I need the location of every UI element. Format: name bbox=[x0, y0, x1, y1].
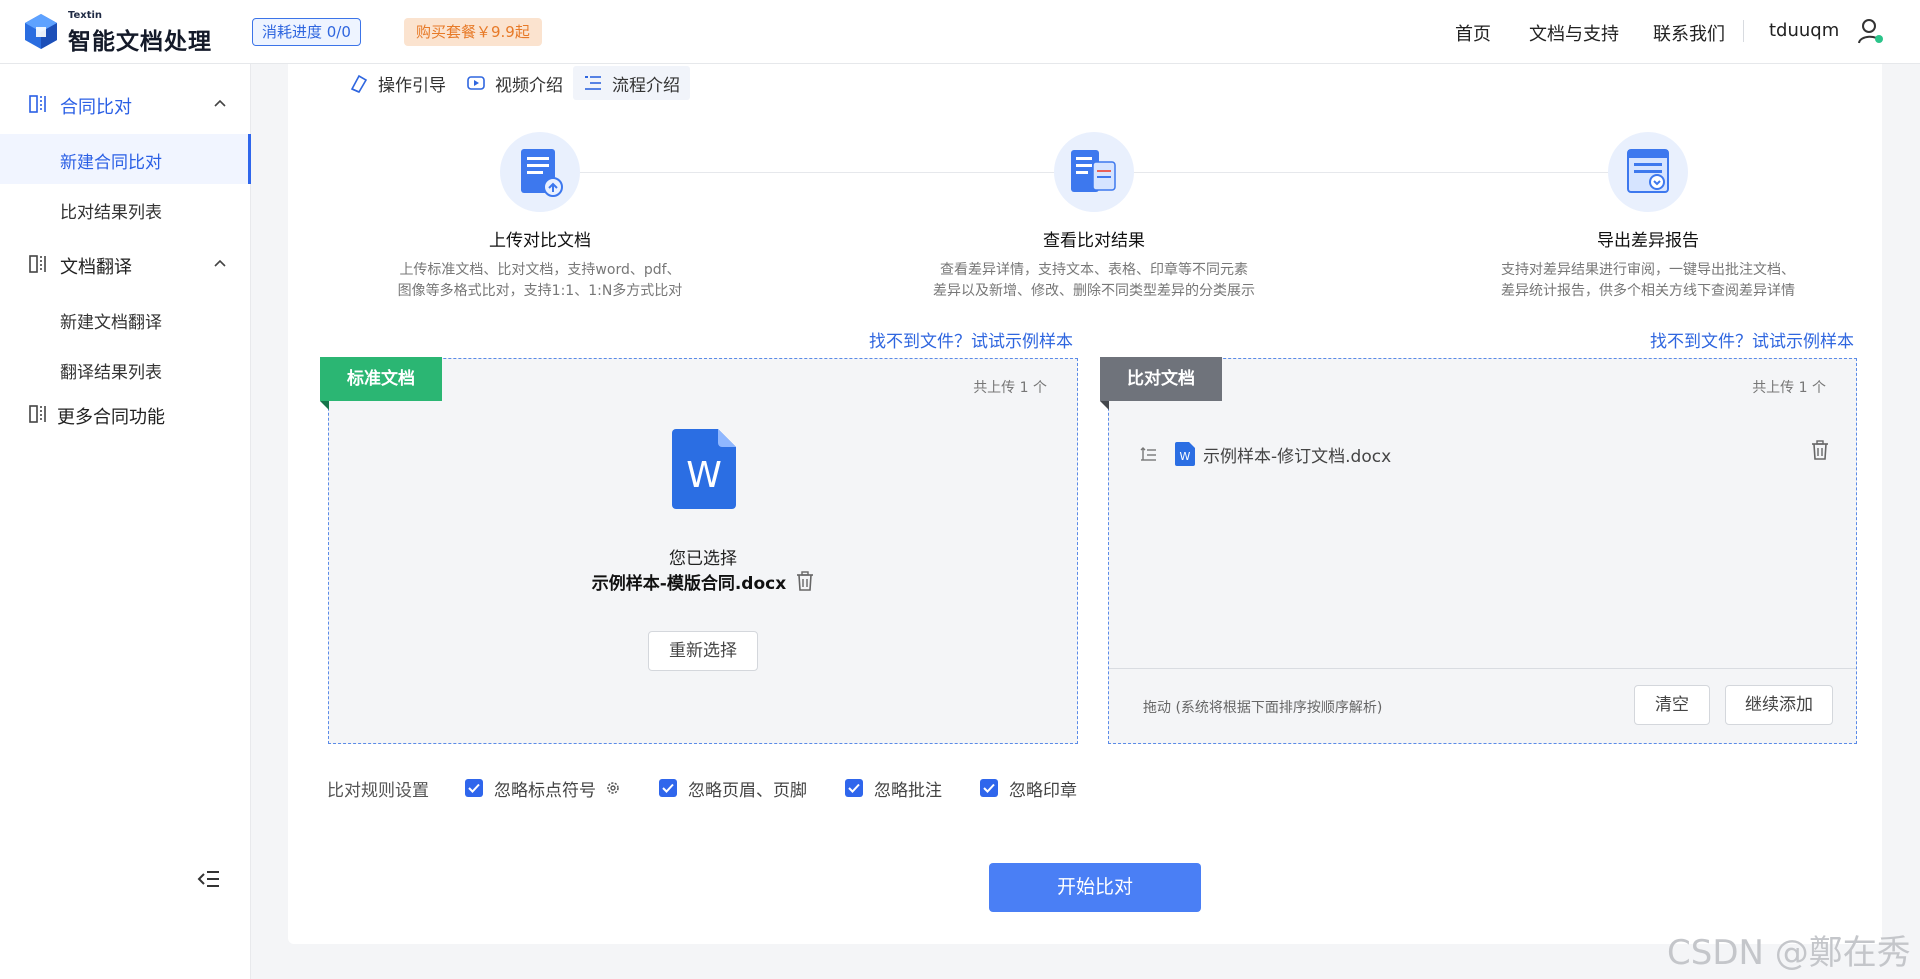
sample-link-standard[interactable]: 找不到文件？试试示例样本 bbox=[869, 327, 1073, 352]
svg-text:W: W bbox=[1180, 450, 1191, 463]
upload-document-icon bbox=[521, 149, 563, 197]
step-export-report: 导出差异报告 支持对差异结果进行审阅，一键导出批注文档、 差异统计报告，供多个相… bbox=[1438, 132, 1858, 302]
sidebar-item-new-contract-compare[interactable]: 新建合同比对 bbox=[0, 134, 251, 184]
step-upload: 上传对比文档 上传标准文档、比对文档，支持word、pdf、 图像等多格式比对，… bbox=[330, 132, 750, 302]
start-compare-button[interactable]: 开始比对 bbox=[989, 863, 1201, 912]
sample-link-compare[interactable]: 找不到文件？试试示例样本 bbox=[1650, 327, 1854, 352]
video-play-icon bbox=[467, 76, 485, 90]
more-features-icon bbox=[29, 405, 46, 423]
rule-ignore-seals[interactable]: 忽略印章 bbox=[980, 776, 1077, 801]
step-description: 查看差异详情，支持文本、表格、印章等不同元素 差异以及新增、修改、删除不同类型差… bbox=[933, 262, 1255, 299]
standard-document-tag: 标准文档 bbox=[320, 357, 442, 410]
chevron-up-icon[interactable] bbox=[214, 98, 226, 108]
guide-link-video[interactable]: 视频介绍 bbox=[456, 66, 573, 100]
process-list-icon bbox=[585, 76, 601, 90]
step-title: 查看比对结果 bbox=[1043, 231, 1145, 251]
delete-trash-icon[interactable] bbox=[796, 571, 814, 591]
chevron-up-icon[interactable] bbox=[214, 258, 226, 268]
clear-button[interactable]: 清空 bbox=[1634, 685, 1710, 725]
upload-count: 共上传 1 个 bbox=[973, 380, 1047, 396]
compare-doc-icon bbox=[29, 95, 46, 113]
rule-ignore-punctuation[interactable]: 忽略标点符号 bbox=[465, 776, 621, 801]
step-view-results: 查看比对结果 查看差异详情，支持文本、表格、印章等不同元素 差异以及新增、修改、… bbox=[884, 132, 1304, 302]
sidebar-item-compare-results[interactable]: 比对结果列表 bbox=[0, 184, 251, 234]
watermark: CSDN @鄭在秀 bbox=[1667, 933, 1911, 973]
nav-home[interactable]: 首页 bbox=[1455, 20, 1491, 46]
guide-link-operation[interactable]: 操作引导 bbox=[339, 66, 456, 100]
translate-doc-icon bbox=[29, 255, 46, 273]
compare-document-dropzone[interactable]: 比对文档 共上传 1 个 W 示例样本-修订文档.docx 拖动 (系统将根据下… bbox=[1100, 357, 1857, 744]
selected-file-name: 示例样本-模版合同.docx bbox=[591, 574, 787, 594]
step-description: 支持对差异结果进行审阅，一键导出批注文档、 差异统计报告，供多个相关方线下查阅差… bbox=[1501, 262, 1795, 299]
guide-links: 操作引导 视频介绍 流程介绍 bbox=[339, 66, 690, 100]
sidebar-group-label: 更多合同功能 bbox=[57, 407, 165, 428]
step-circle bbox=[1608, 132, 1688, 212]
drag-hint: 拖动 (系统将根据下面排序按顺序解析) bbox=[1143, 700, 1383, 716]
step-circle bbox=[500, 132, 580, 212]
usage-progress-badge[interactable]: 消耗进度 0/0 bbox=[252, 18, 361, 46]
collapse-sidebar-icon[interactable] bbox=[197, 868, 221, 890]
word-file-small-icon: W bbox=[1175, 442, 1195, 466]
sidebar-item-translate-results[interactable]: 翻译结果列表 bbox=[0, 344, 251, 394]
step-circle bbox=[1054, 132, 1134, 212]
checkbox-checked-icon[interactable] bbox=[845, 779, 863, 797]
step-description: 上传标准文档、比对文档，支持word、pdf、 图像等多格式比对，支持1:1、1… bbox=[397, 262, 683, 299]
sidebar: 合同比对 新建合同比对 比对结果列表 文档翻译 新建文档翻译 翻译结果列表 更多… bbox=[0, 64, 251, 979]
checkbox-checked-icon[interactable] bbox=[659, 779, 677, 797]
nav-contact[interactable]: 联系我们 bbox=[1653, 20, 1725, 46]
compare-file-name: 示例样本-修订文档.docx bbox=[1203, 446, 1392, 467]
nav-docs-support[interactable]: 文档与支持 bbox=[1529, 20, 1619, 46]
username[interactable]: tduuqm bbox=[1769, 20, 1839, 41]
compare-results-icon bbox=[1071, 150, 1116, 192]
export-report-icon bbox=[1627, 149, 1669, 193]
step-title: 上传对比文档 bbox=[489, 231, 591, 251]
compare-rules: 比对规则设置 忽略标点符号 忽略页眉、页脚 忽略批注 忽略印章 bbox=[327, 775, 1115, 801]
textin-logo-icon bbox=[25, 14, 57, 49]
delete-trash-icon[interactable] bbox=[1811, 440, 1829, 460]
gear-icon[interactable] bbox=[605, 780, 621, 796]
buy-package-button[interactable]: 购买套餐￥9.9起 bbox=[404, 18, 542, 46]
rule-ignore-header-footer[interactable]: 忽略页眉、页脚 bbox=[659, 776, 807, 801]
rules-label: 比对规则设置 bbox=[327, 780, 429, 801]
upload-count: 共上传 1 个 bbox=[1752, 380, 1826, 396]
top-bar: Textin 智能文档处理 消耗进度 0/0 购买套餐￥9.9起 首页 文档与支… bbox=[0, 0, 1920, 64]
selected-file-row: 示例样本-模版合同.docx bbox=[329, 569, 1077, 594]
guide-link-process[interactable]: 流程介绍 bbox=[573, 66, 690, 100]
svg-text:W: W bbox=[686, 455, 722, 496]
checkbox-checked-icon[interactable] bbox=[465, 779, 483, 797]
checkbox-checked-icon[interactable] bbox=[980, 779, 998, 797]
brand-small-text: Textin bbox=[68, 10, 103, 21]
compare-document-tag: 比对文档 bbox=[1100, 357, 1222, 410]
step-title: 导出差异报告 bbox=[1597, 231, 1699, 251]
continue-add-button[interactable]: 继续添加 bbox=[1725, 685, 1833, 725]
compare-file-row[interactable]: W 示例样本-修订文档.docx bbox=[1139, 439, 1839, 469]
sidebar-group-contract-compare[interactable]: 合同比对 bbox=[0, 84, 251, 124]
sidebar-group-label: 文档翻译 bbox=[60, 257, 132, 278]
selected-label: 您已选择 bbox=[669, 549, 737, 569]
drag-handle-icon[interactable] bbox=[1139, 445, 1157, 463]
sidebar-group-label: 合同比对 bbox=[60, 97, 132, 118]
standard-document-dropzone[interactable]: 标准文档 共上传 1 个 W 您已选择 示例样本-模版合同.docx 重新选择 bbox=[320, 357, 1078, 744]
rule-ignore-comments[interactable]: 忽略批注 bbox=[845, 776, 942, 801]
word-file-icon: W bbox=[672, 429, 736, 509]
user-avatar-icon[interactable] bbox=[1857, 17, 1885, 45]
reselect-button[interactable]: 重新选择 bbox=[648, 631, 758, 671]
sidebar-group-doc-translate[interactable]: 文档翻译 bbox=[0, 244, 251, 284]
nav-divider bbox=[1743, 20, 1744, 42]
sidebar-item-new-doc-translate[interactable]: 新建文档翻译 bbox=[0, 294, 251, 344]
sidebar-group-more-contract[interactable]: 更多合同功能 bbox=[0, 394, 251, 434]
guide-book-icon bbox=[350, 74, 368, 93]
compare-box-footer: 拖动 (系统将根据下面排序按顺序解析) 清空 继续添加 bbox=[1109, 668, 1856, 744]
brand-name: 智能文档处理 bbox=[68, 29, 212, 55]
